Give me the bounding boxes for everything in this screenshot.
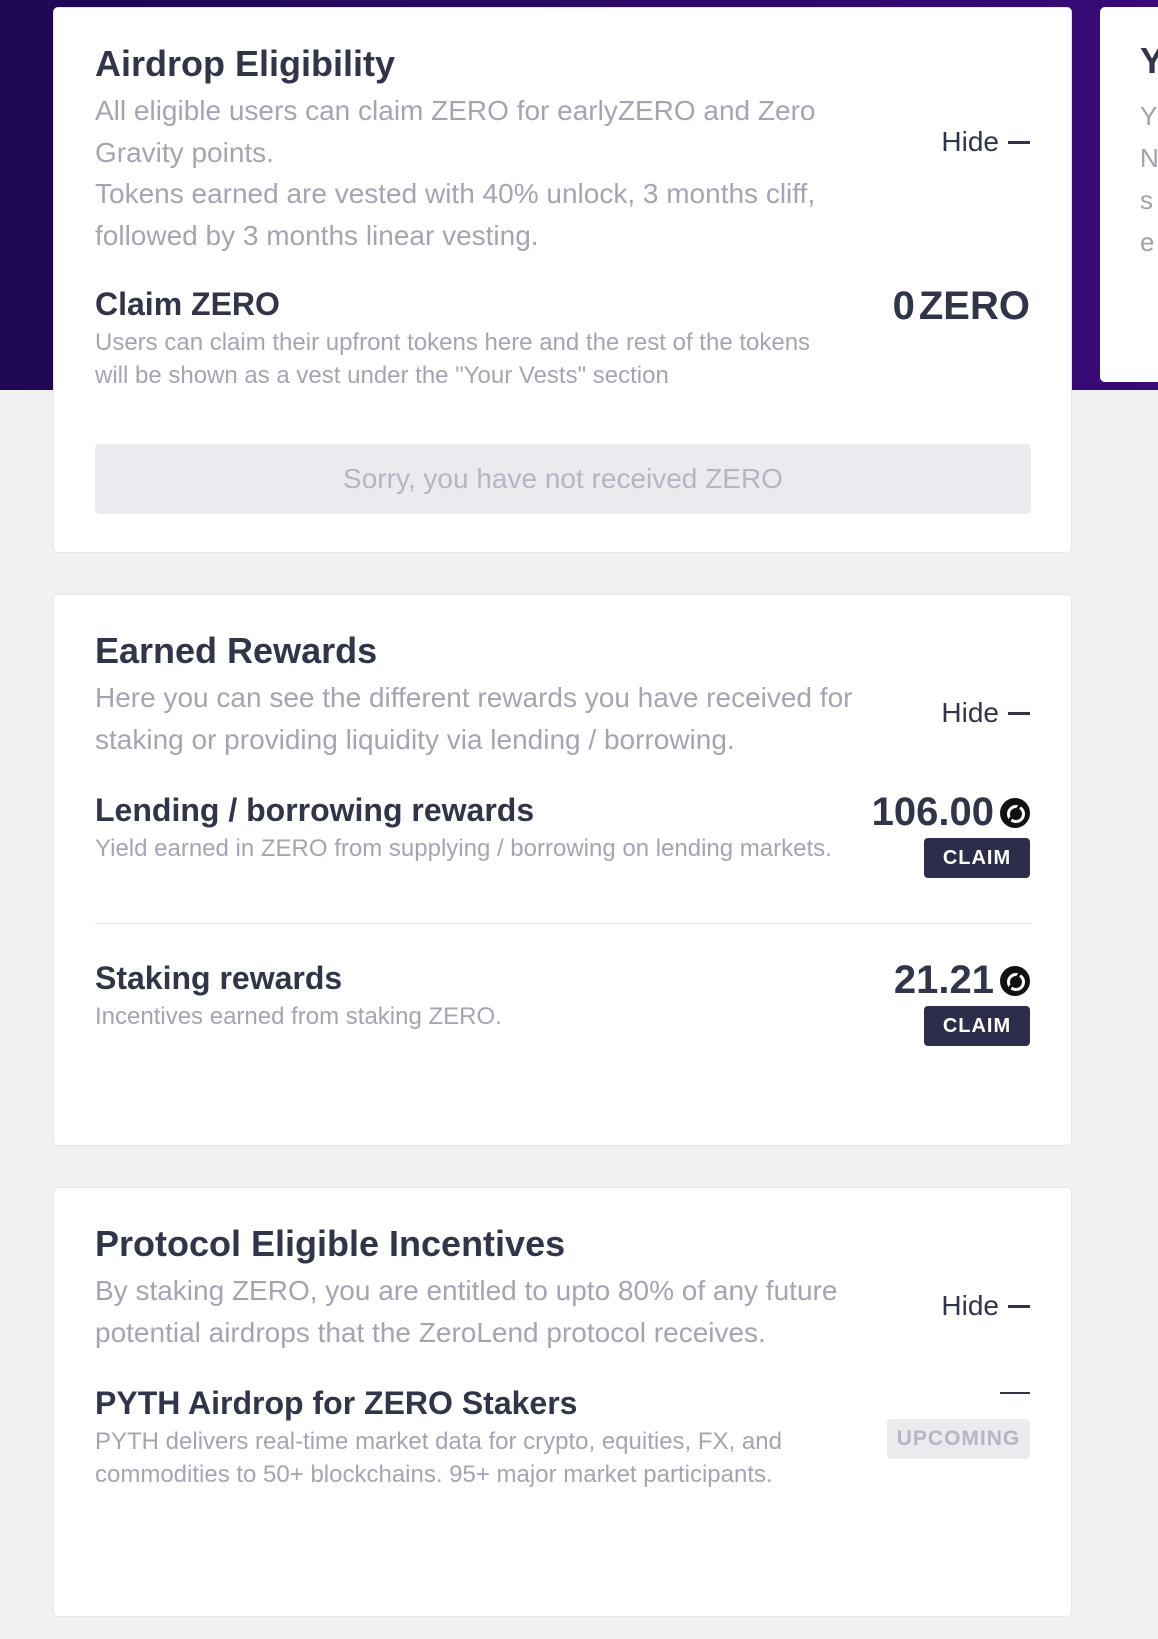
lending-amount-value: 106.00 [871,790,994,834]
hide-label: Hide [941,1290,999,1321]
protocol-incentives-card: Protocol Eligible Incentives By staking … [53,1187,1072,1617]
claim-staking-button[interactable]: CLAIM [924,1006,1030,1046]
earned-hide-toggle[interactable]: Hide [941,697,1030,729]
vests-card-partial: Y Y N s e [1100,7,1158,382]
lending-rewards-amount: 106.00 [872,790,1030,835]
lending-rewards-row: Lending / borrowing rewards Yield earned… [95,790,1030,902]
lending-rewards-description: Yield earned in ZERO from supplying / bo… [95,835,832,862]
claim-amount-value: 0 [892,284,915,328]
claim-zero-description: Users can claim their upfront tokens her… [95,329,811,389]
protocol-card-description: By staking ZERO, you are entitled to upt… [95,1275,838,1348]
staking-rewards-title: Staking rewards [95,960,343,996]
claim-amount-unit: ZERO [918,284,1030,328]
zero-token-icon [1000,965,1030,996]
earned-card-title: Earned Rewards [95,630,378,671]
pyth-airdrop-row: PYTH Airdrop for ZERO Stakers PYTH deliv… [95,1383,1030,1491]
minus-icon [1000,1392,1030,1394]
claim-zero-title: Claim ZERO [95,286,280,322]
airdrop-hide-toggle[interactable]: Hide [941,126,1030,158]
protocol-hide-toggle[interactable]: Hide [941,1290,1030,1322]
vests-card-title: Y [1140,40,1158,81]
protocol-card-header: Protocol Eligible Incentives By staking … [95,1188,1030,1353]
claim-lending-button[interactable]: CLAIM [924,838,1030,878]
vests-card-line: e [1140,227,1155,257]
hide-label: Hide [941,126,999,157]
airdrop-card-description: All eligible users can claim ZERO for ea… [95,95,816,251]
pyth-airdrop-description: PYTH delivers real-time market data for … [95,1428,782,1488]
earned-card-header: Earned Rewards Here you can see the diff… [95,595,1030,760]
minus-icon [1008,140,1030,144]
airdrop-eligibility-card: Airdrop Eligibility All eligible users c… [53,7,1072,553]
vests-card-line: N [1140,143,1158,173]
upcoming-badge: UPCOMING [887,1419,1030,1459]
staking-rewards-description: Incentives earned from staking ZERO. [95,1003,502,1030]
not-received-button[interactable]: Sorry, you have not received ZERO [95,444,1031,514]
staking-rewards-amount: 21.21 [894,958,1030,1003]
row-divider [95,923,1031,924]
protocol-card-title: Protocol Eligible Incentives [95,1223,566,1264]
vests-card-line: s [1140,185,1153,215]
minus-icon [1008,711,1030,715]
hide-label: Hide [941,697,999,728]
earned-card-description: Here you can see the different rewards y… [95,682,853,755]
zero-token-icon [1000,797,1030,828]
earned-rewards-card: Earned Rewards Here you can see the diff… [53,594,1072,1146]
vests-card-line: Y [1140,101,1158,131]
staking-amount-value: 21.21 [893,958,994,1002]
airdrop-card-header: Airdrop Eligibility All eligible users c… [95,8,1030,256]
minus-icon [1008,1304,1030,1308]
pyth-airdrop-title: PYTH Airdrop for ZERO Stakers [95,1385,578,1421]
claim-zero-amount: 0 ZERO [893,284,1030,329]
claim-zero-row: Claim ZERO Users can claim their upfront… [95,284,1030,392]
airdrop-card-title: Airdrop Eligibility [95,43,396,84]
staking-rewards-row: Staking rewards Incentives earned from s… [95,958,1030,1048]
